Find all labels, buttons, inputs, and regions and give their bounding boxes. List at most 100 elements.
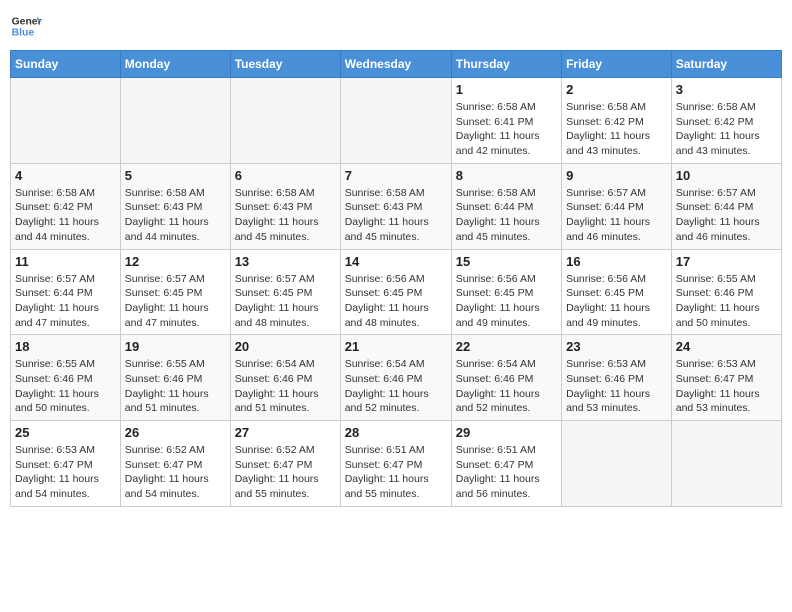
day-number: 12 (125, 254, 226, 269)
day-info: Sunrise: 6:53 AM Sunset: 6:47 PM Dayligh… (676, 357, 777, 416)
calendar-cell: 18 Sunrise: 6:55 AM Sunset: 6:46 PM Dayli… (11, 335, 121, 421)
day-number: 11 (15, 254, 116, 269)
day-info: Sunrise: 6:52 AM Sunset: 6:47 PM Dayligh… (125, 443, 226, 502)
day-number: 8 (456, 168, 557, 183)
day-info: Sunrise: 6:58 AM Sunset: 6:43 PM Dayligh… (235, 186, 336, 245)
calendar-cell: 14 Sunrise: 6:56 AM Sunset: 6:45 PM Dayli… (340, 249, 451, 335)
day-info: Sunrise: 6:54 AM Sunset: 6:46 PM Dayligh… (456, 357, 557, 416)
calendar-cell: 16Sunrise: 6:56 AM Sunset: 6:45 PM Dayli… (562, 249, 672, 335)
day-number: 27 (235, 425, 336, 440)
day-info: Sunrise: 6:51 AM Sunset: 6:47 PM Dayligh… (345, 443, 447, 502)
day-info: Sunrise: 6:58 AM Sunset: 6:44 PM Dayligh… (456, 186, 557, 245)
day-info: Sunrise: 6:56 AM Sunset: 6:45 PM Dayligh… (456, 272, 557, 331)
day-info: Sunrise: 6:58 AM Sunset: 6:43 PM Dayligh… (125, 186, 226, 245)
day-number: 20 (235, 339, 336, 354)
day-number: 18 (15, 339, 116, 354)
day-number: 1 (456, 82, 557, 97)
logo-icon: General Blue (10, 10, 42, 42)
calendar-cell: 22 Sunrise: 6:54 AM Sunset: 6:46 PM Dayli… (451, 335, 561, 421)
day-number: 13 (235, 254, 336, 269)
day-number: 6 (235, 168, 336, 183)
logo: General Blue (10, 10, 46, 42)
day-number: 14 (345, 254, 447, 269)
calendar-cell: 12Sunrise: 6:57 AM Sunset: 6:45 PM Dayli… (120, 249, 230, 335)
calendar-cell: 9 Sunrise: 6:57 AM Sunset: 6:44 PM Daylig… (562, 163, 672, 249)
page-header: General Blue (10, 10, 782, 42)
calendar-week-3: 11 Sunrise: 6:57 AM Sunset: 6:44 PM Dayli… (11, 249, 782, 335)
day-number: 29 (456, 425, 557, 440)
calendar-week-5: 25 Sunrise: 6:53 AM Sunset: 6:47 PM Dayli… (11, 421, 782, 507)
calendar-cell: 20 Sunrise: 6:54 AM Sunset: 6:46 PM Dayli… (230, 335, 340, 421)
day-info: Sunrise: 6:55 AM Sunset: 6:46 PM Dayligh… (15, 357, 116, 416)
weekday-header-tuesday: Tuesday (230, 51, 340, 78)
day-number: 7 (345, 168, 447, 183)
day-info: Sunrise: 6:57 AM Sunset: 6:44 PM Dayligh… (15, 272, 116, 331)
calendar-cell (671, 421, 781, 507)
day-number: 10 (676, 168, 777, 183)
day-number: 22 (456, 339, 557, 354)
calendar-cell (120, 78, 230, 164)
calendar-cell: 11 Sunrise: 6:57 AM Sunset: 6:44 PM Dayli… (11, 249, 121, 335)
calendar-cell: 5Sunrise: 6:58 AM Sunset: 6:43 PM Daylig… (120, 163, 230, 249)
day-info: Sunrise: 6:55 AM Sunset: 6:46 PM Dayligh… (676, 272, 777, 331)
calendar-cell: 24 Sunrise: 6:53 AM Sunset: 6:47 PM Dayli… (671, 335, 781, 421)
day-number: 4 (15, 168, 116, 183)
day-number: 24 (676, 339, 777, 354)
day-number: 28 (345, 425, 447, 440)
weekday-header-wednesday: Wednesday (340, 51, 451, 78)
day-number: 26 (125, 425, 226, 440)
day-info: Sunrise: 6:57 AM Sunset: 6:45 PM Dayligh… (235, 272, 336, 331)
day-info: Sunrise: 6:56 AM Sunset: 6:45 PM Dayligh… (345, 272, 447, 331)
day-info: Sunrise: 6:53 AM Sunset: 6:47 PM Dayligh… (15, 443, 116, 502)
day-number: 16 (566, 254, 667, 269)
calendar-cell (340, 78, 451, 164)
day-number: 21 (345, 339, 447, 354)
calendar-cell: 10 Sunrise: 6:57 AM Sunset: 6:44 PM Dayli… (671, 163, 781, 249)
day-info: Sunrise: 6:58 AM Sunset: 6:42 PM Dayligh… (676, 100, 777, 159)
calendar-cell: 19Sunrise: 6:55 AM Sunset: 6:46 PM Dayli… (120, 335, 230, 421)
calendar-cell: 2 Sunrise: 6:58 AM Sunset: 6:42 PM Daylig… (562, 78, 672, 164)
calendar-cell (11, 78, 121, 164)
day-info: Sunrise: 6:55 AM Sunset: 6:46 PM Dayligh… (125, 357, 226, 416)
calendar-cell: 29Sunrise: 6:51 AM Sunset: 6:47 PM Dayli… (451, 421, 561, 507)
calendar-cell: 7 Sunrise: 6:58 AM Sunset: 6:43 PM Daylig… (340, 163, 451, 249)
calendar-cell: 17 Sunrise: 6:55 AM Sunset: 6:46 PM Dayli… (671, 249, 781, 335)
calendar-cell: 15Sunrise: 6:56 AM Sunset: 6:45 PM Dayli… (451, 249, 561, 335)
calendar-cell: 28 Sunrise: 6:51 AM Sunset: 6:47 PM Dayli… (340, 421, 451, 507)
day-info: Sunrise: 6:58 AM Sunset: 6:42 PM Dayligh… (566, 100, 667, 159)
day-info: Sunrise: 6:58 AM Sunset: 6:42 PM Dayligh… (15, 186, 116, 245)
weekday-header-thursday: Thursday (451, 51, 561, 78)
day-info: Sunrise: 6:52 AM Sunset: 6:47 PM Dayligh… (235, 443, 336, 502)
weekday-header-sunday: Sunday (11, 51, 121, 78)
weekday-header-saturday: Saturday (671, 51, 781, 78)
day-info: Sunrise: 6:53 AM Sunset: 6:46 PM Dayligh… (566, 357, 667, 416)
calendar-cell: 1 Sunrise: 6:58 AM Sunset: 6:41 PM Daylig… (451, 78, 561, 164)
day-number: 9 (566, 168, 667, 183)
day-info: Sunrise: 6:57 AM Sunset: 6:44 PM Dayligh… (566, 186, 667, 245)
day-info: Sunrise: 6:57 AM Sunset: 6:44 PM Dayligh… (676, 186, 777, 245)
calendar-cell: 27 Sunrise: 6:52 AM Sunset: 6:47 PM Dayli… (230, 421, 340, 507)
calendar-cell: 6 Sunrise: 6:58 AM Sunset: 6:43 PM Daylig… (230, 163, 340, 249)
calendar-cell: 4 Sunrise: 6:58 AM Sunset: 6:42 PM Daylig… (11, 163, 121, 249)
day-info: Sunrise: 6:58 AM Sunset: 6:43 PM Dayligh… (345, 186, 447, 245)
calendar-cell: 13 Sunrise: 6:57 AM Sunset: 6:45 PM Dayli… (230, 249, 340, 335)
day-number: 3 (676, 82, 777, 97)
day-info: Sunrise: 6:54 AM Sunset: 6:46 PM Dayligh… (235, 357, 336, 416)
svg-text:Blue: Blue (12, 28, 35, 39)
calendar-cell: 26 Sunrise: 6:52 AM Sunset: 6:47 PM Dayli… (120, 421, 230, 507)
calendar-cell: 21 Sunrise: 6:54 AM Sunset: 6:46 PM Dayli… (340, 335, 451, 421)
day-number: 17 (676, 254, 777, 269)
calendar-week-4: 18 Sunrise: 6:55 AM Sunset: 6:46 PM Dayli… (11, 335, 782, 421)
day-info: Sunrise: 6:58 AM Sunset: 6:41 PM Dayligh… (456, 100, 557, 159)
day-number: 23 (566, 339, 667, 354)
day-number: 25 (15, 425, 116, 440)
calendar-week-2: 4 Sunrise: 6:58 AM Sunset: 6:42 PM Daylig… (11, 163, 782, 249)
day-info: Sunrise: 6:54 AM Sunset: 6:46 PM Dayligh… (345, 357, 447, 416)
calendar-cell: 3 Sunrise: 6:58 AM Sunset: 6:42 PM Daylig… (671, 78, 781, 164)
calendar-cell: 25 Sunrise: 6:53 AM Sunset: 6:47 PM Dayli… (11, 421, 121, 507)
calendar-cell (230, 78, 340, 164)
weekday-header-monday: Monday (120, 51, 230, 78)
calendar-cell: 8 Sunrise: 6:58 AM Sunset: 6:44 PM Daylig… (451, 163, 561, 249)
day-number: 2 (566, 82, 667, 97)
calendar-cell: 23 Sunrise: 6:53 AM Sunset: 6:46 PM Dayli… (562, 335, 672, 421)
